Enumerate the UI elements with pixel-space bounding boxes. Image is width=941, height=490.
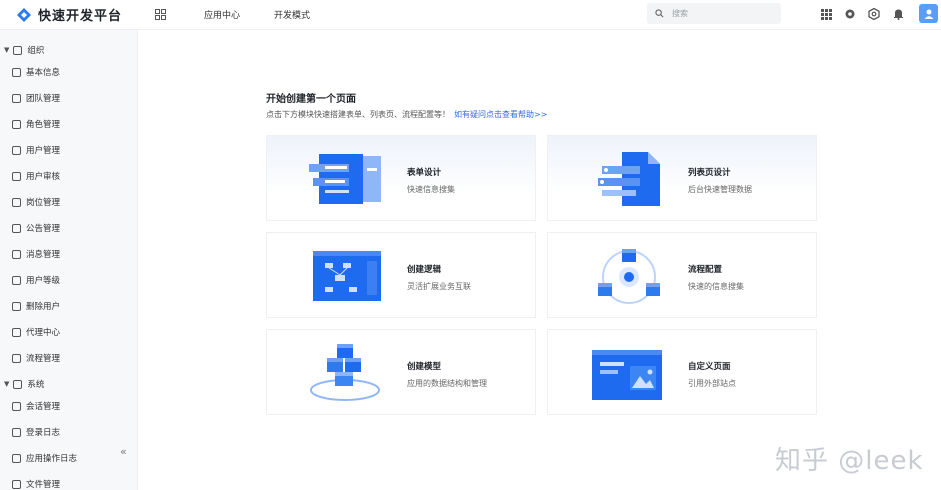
card-create-model[interactable]: 创建模型 应用的数据结构和管理: [266, 329, 536, 415]
gear-icon[interactable]: [867, 7, 881, 21]
bell-icon[interactable]: [891, 7, 905, 21]
search-input[interactable]: 搜索: [647, 3, 781, 24]
card-workflow-config[interactable]: 流程配置 快速的信息搜集: [547, 232, 817, 318]
card-title: 创建逻辑: [407, 265, 442, 275]
card-title: 自定义页面: [688, 362, 731, 372]
sidebar-item-positions[interactable]: 岗位管理: [12, 196, 60, 208]
sidebar-item-user-level[interactable]: 用户等级: [12, 274, 60, 286]
caret-down-icon: ▼: [4, 380, 10, 388]
logic-illustration-icon: [313, 251, 381, 301]
sidebar-item-announcements[interactable]: 公告管理: [12, 222, 60, 234]
model-illustration-icon: [310, 344, 380, 401]
sidebar-item-basic-info[interactable]: 基本信息: [12, 66, 60, 78]
logo-icon: [17, 7, 31, 22]
sidebar-item-proxy-center[interactable]: 代理中心: [12, 326, 60, 338]
caret-down-icon: ▼: [4, 46, 10, 54]
sidebar-group-system[interactable]: ▼ 系统: [4, 378, 44, 390]
sidebar-item-sessions[interactable]: 会话管理: [12, 400, 60, 412]
app-logo[interactable]: 快速开发平台: [0, 0, 138, 30]
sidebar-item-login-log[interactable]: 登录日志: [12, 426, 60, 438]
card-desc: 应用的数据结构和管理: [407, 379, 487, 388]
session-icon: [12, 401, 21, 411]
apps-grid-icon[interactable]: [150, 5, 170, 25]
system-icon: [13, 379, 23, 389]
card-title: 创建模型: [407, 362, 442, 372]
sidebar-item-user-review[interactable]: 用户审核: [12, 170, 60, 182]
card-desc: 灵活扩展业务互联: [407, 282, 471, 291]
nav-app-center[interactable]: 应用中心: [204, 8, 240, 21]
watermark: 知乎 @leek: [775, 446, 924, 476]
card-form-design[interactable]: 表单设计 快速信息搜集: [266, 135, 536, 221]
top-header: 快速开发平台 应用中心 开发模式: [0, 0, 941, 30]
page-title: 开始创建第一个页面: [266, 94, 356, 105]
form-illustration-icon: [309, 154, 381, 204]
folder-icon: [12, 479, 21, 489]
sidebar-item-team[interactable]: 团队管理: [12, 92, 60, 104]
sidebar-item-messages[interactable]: 消息管理: [12, 248, 60, 260]
custom-page-illustration-icon: [592, 350, 662, 400]
apps-menu-icon[interactable]: [819, 7, 833, 21]
card-desc: 快速的信息搜集: [688, 282, 744, 291]
main-content: 开始创建第一个页面 点击下方模块快速搭建表单、列表页、流程配置等！ 如有疑问点击查…: [138, 30, 941, 490]
nav-dev-mode[interactable]: 开发模式: [274, 8, 310, 21]
card-desc: 后台快速管理数据: [688, 185, 752, 194]
card-desc: 快速信息搜集: [407, 185, 455, 194]
workflow-illustration-icon: [598, 249, 660, 304]
page-subtitle: 点击下方模块快速搭建表单、列表页、流程配置等！ 如有疑问点击查看帮助>>: [266, 110, 548, 119]
list-page-illustration-icon: [598, 152, 660, 206]
proxy-icon: [12, 327, 21, 337]
user-avatar[interactable]: [919, 4, 938, 23]
card-title: 表单设计: [407, 168, 442, 178]
user-check-icon: [12, 171, 21, 181]
sidebar-group-org[interactable]: ▼ 组织: [4, 44, 44, 56]
sidebar-item-roles[interactable]: 角色管理: [12, 118, 60, 130]
workflow-icon: [12, 353, 21, 363]
card-desc: 引用外部站点: [688, 379, 736, 388]
org-icon: [13, 45, 23, 55]
card-create-logic[interactable]: 创建逻辑 灵活扩展业务互联: [266, 232, 536, 318]
card-custom-page[interactable]: 自定义页面 引用外部站点: [547, 329, 817, 415]
search-placeholder: 搜索: [672, 9, 688, 18]
ops-log-icon: [12, 453, 21, 463]
sidebar-item-users[interactable]: 用户管理: [12, 144, 60, 156]
card-title: 流程配置: [688, 265, 723, 275]
team-icon: [12, 93, 21, 103]
collapse-sidebar-icon[interactable]: «: [120, 445, 127, 458]
message-icon: [12, 249, 21, 259]
search-icon: [655, 9, 664, 18]
help-link[interactable]: 如有疑问点击查看帮助>>: [454, 110, 547, 119]
trash-icon: [12, 301, 21, 311]
info-icon: [12, 67, 21, 77]
app-title: 快速开发平台: [38, 9, 123, 24]
sidebar-item-app-ops-log[interactable]: 应用操作日志: [12, 452, 77, 464]
sidebar: ▼ 组织 基本信息 团队管理 角色管理 用户管理 用户审核 岗位管理 公告管理 消…: [0, 30, 138, 490]
sidebar-item-deleted-users[interactable]: 删除用户: [12, 300, 60, 312]
announcement-icon: [12, 223, 21, 233]
position-icon: [12, 197, 21, 207]
user-icon: [924, 9, 933, 19]
card-title: 列表页设计: [688, 168, 731, 178]
card-list-page-design[interactable]: 列表页设计 后台快速管理数据: [547, 135, 817, 221]
sidebar-item-files[interactable]: 文件管理: [12, 478, 60, 490]
sidebar-item-workflow[interactable]: 流程管理: [12, 352, 60, 364]
log-icon: [12, 427, 21, 437]
role-icon: [12, 119, 21, 129]
user-icon: [12, 145, 21, 155]
level-icon: [12, 275, 21, 285]
settings-icon[interactable]: [843, 7, 857, 21]
